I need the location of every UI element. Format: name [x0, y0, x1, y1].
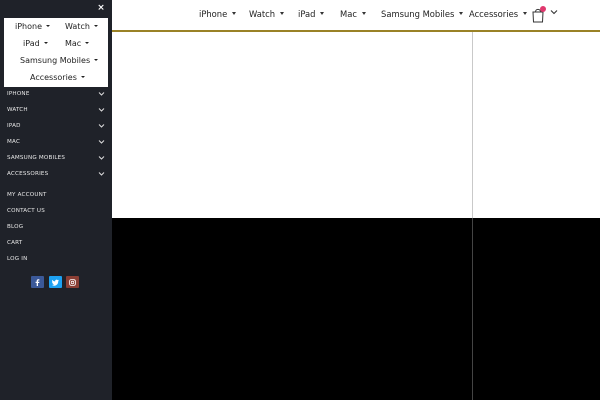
- nav-item-ipad[interactable]: iPad: [298, 9, 325, 19]
- caret-down-icon: [361, 12, 366, 15]
- side-link-blog[interactable]: BLOG: [7, 221, 105, 235]
- chevron-down-icon[interactable]: [549, 7, 559, 17]
- dropdown-item-watch[interactable]: Watch: [65, 22, 98, 31]
- side-menu-item-samsung-mobiles[interactable]: SAMSUNG MOBILES: [7, 152, 105, 166]
- nav-item-accessories[interactable]: Accessories: [469, 9, 528, 19]
- chevron-down-icon: [98, 156, 105, 160]
- chevron-down-icon: [98, 92, 105, 96]
- side-menu-item-ipad[interactable]: IPAD: [7, 120, 105, 134]
- dropdown-item-samsung-mobiles[interactable]: Samsung Mobiles: [20, 56, 99, 65]
- caret-down-icon: [232, 12, 237, 15]
- caret-down-icon: [320, 12, 325, 15]
- main-page: iPhone Watch iPad Mac Samsung Mobiles Ac…: [112, 0, 600, 400]
- cart-count-badge: [540, 6, 546, 12]
- header-accent-line: [112, 30, 600, 32]
- caret-down-icon: [93, 24, 98, 27]
- chevron-down-icon: [98, 108, 105, 112]
- nav-item-iphone[interactable]: iPhone: [199, 9, 237, 19]
- side-dropdown-menu: iPhone Watch iPad Mac Samsung Mobiles Ac…: [4, 18, 108, 87]
- caret-down-icon: [280, 12, 285, 15]
- caret-down-icon: [43, 41, 48, 44]
- side-menu-item-accessories[interactable]: ACCESSORIES: [7, 168, 105, 182]
- side-link-my-account[interactable]: MY ACCOUNT: [7, 189, 105, 203]
- caret-down-icon: [85, 41, 90, 44]
- dropdown-item-ipad[interactable]: iPad: [23, 39, 48, 48]
- nav-item-samsung-mobiles[interactable]: Samsung Mobiles: [381, 9, 464, 19]
- dark-banner-area: [112, 218, 600, 400]
- instagram-icon[interactable]: [66, 276, 79, 288]
- twitter-icon[interactable]: [49, 276, 62, 288]
- caret-down-icon: [46, 24, 51, 27]
- caret-down-icon: [80, 75, 85, 78]
- chevron-down-icon: [98, 140, 105, 144]
- dropdown-item-mac[interactable]: Mac: [65, 39, 90, 48]
- side-menu-item-mac[interactable]: MAC: [7, 136, 105, 150]
- caret-down-icon: [523, 12, 528, 15]
- banner-divider: [472, 218, 473, 400]
- nav-item-mac[interactable]: Mac: [340, 9, 366, 19]
- side-link-cart[interactable]: CART: [7, 237, 105, 251]
- side-menu-item-watch[interactable]: WATCH: [7, 104, 105, 118]
- facebook-icon[interactable]: [31, 276, 44, 288]
- nav-item-watch[interactable]: Watch: [249, 9, 285, 19]
- chevron-down-icon: [98, 124, 105, 128]
- caret-down-icon: [94, 58, 99, 61]
- dropdown-item-iphone[interactable]: iPhone: [15, 22, 51, 31]
- chevron-down-icon: [98, 172, 105, 176]
- side-link-log-in[interactable]: LOG IN: [7, 253, 105, 267]
- dropdown-item-accessories[interactable]: Accessories: [30, 73, 85, 82]
- caret-down-icon: [459, 12, 464, 15]
- side-panel: × iPhone Watch iPad Mac Samsung Mobiles …: [0, 0, 112, 400]
- top-navigation: iPhone Watch iPad Mac Samsung Mobiles Ac…: [112, 0, 600, 30]
- close-panel-button[interactable]: ×: [95, 2, 107, 14]
- side-link-contact-us[interactable]: CONTACT US: [7, 205, 105, 219]
- side-menu-item-iphone[interactable]: IPHONE: [7, 88, 105, 102]
